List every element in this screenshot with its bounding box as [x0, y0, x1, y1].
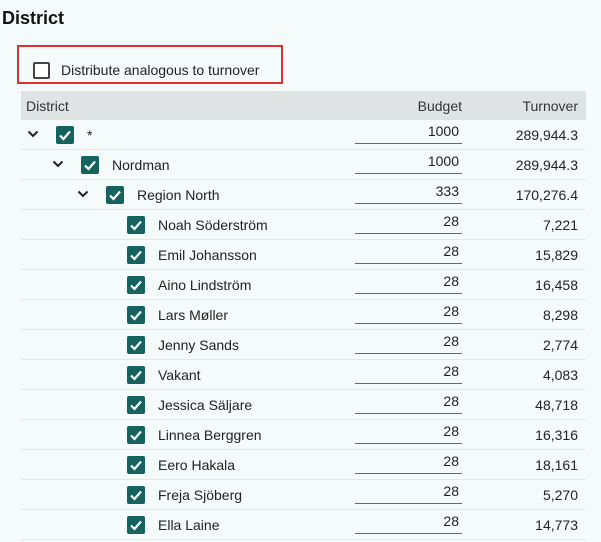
chevron-down-icon[interactable]: [27, 128, 39, 140]
table-body: * 1000 289,944.3 Nordman 1000 289,944.3 Region…: [21, 120, 586, 540]
distribute-checkbox[interactable]: [33, 62, 50, 79]
tree-row[interactable]: Emil Johansson 28 15,829: [21, 240, 586, 270]
budget-input[interactable]: 28: [355, 423, 462, 444]
row-checkbox[interactable]: [127, 486, 145, 504]
chevron-down-icon[interactable]: [52, 158, 64, 170]
tree-row[interactable]: Freja Sjöberg 28 5,270: [21, 480, 586, 510]
tree-row[interactable]: Eero Hakala 28 18,161: [21, 450, 586, 480]
budget-input[interactable]: 28: [355, 393, 462, 414]
budget-input[interactable]: 28: [355, 333, 462, 354]
turnover-value: 8,298: [542, 307, 578, 323]
turnover-value: 16,316: [535, 427, 578, 443]
row-checkbox[interactable]: [56, 126, 74, 144]
district-name: Jenny Sands: [158, 337, 239, 353]
district-name: Region North: [137, 187, 220, 203]
district-name: *: [87, 127, 93, 143]
row-checkbox[interactable]: [127, 366, 145, 384]
row-checkbox[interactable]: [127, 216, 145, 234]
turnover-value: 15,829: [535, 247, 578, 263]
tree-row[interactable]: Region North 333 170,276.4: [21, 180, 586, 210]
turnover-value: 2,774: [542, 337, 578, 353]
tree-row[interactable]: Aino Lindström 28 16,458: [21, 270, 586, 300]
row-checkbox[interactable]: [127, 396, 145, 414]
tree-row[interactable]: Nordman 1000 289,944.3: [21, 150, 586, 180]
tree-row[interactable]: Jenny Sands 28 2,774: [21, 330, 586, 360]
row-checkbox[interactable]: [127, 336, 145, 354]
district-name: Lars Møller: [158, 307, 229, 323]
budget-input[interactable]: 28: [355, 243, 462, 264]
turnover-value: 4,083: [542, 367, 578, 383]
turnover-value: 289,944.3: [515, 157, 578, 173]
tree-row[interactable]: Noah Söderström 28 7,221: [21, 210, 586, 240]
district-name: Aino Lindström: [158, 277, 252, 293]
table-header: District Budget Turnover: [21, 91, 586, 120]
turnover-value: 14,773: [535, 517, 578, 533]
district-name: Linnea Berggren: [158, 427, 262, 443]
row-checkbox[interactable]: [127, 516, 145, 534]
district-name: Vakant: [158, 367, 201, 383]
column-header-budget[interactable]: Budget: [418, 98, 462, 114]
column-header-district[interactable]: District: [26, 98, 69, 114]
district-name: Freja Sjöberg: [158, 487, 243, 503]
turnover-value: 289,944.3: [515, 127, 578, 143]
tree-row[interactable]: Jessica Säljare 28 48,718: [21, 390, 586, 420]
row-checkbox[interactable]: [127, 306, 145, 324]
district-table: District Budget Turnover * 1000 289,944.3 N…: [21, 91, 586, 540]
distribute-label: Distribute analogous to turnover: [61, 62, 260, 78]
district-name: Nordman: [112, 157, 170, 173]
budget-input[interactable]: 28: [355, 453, 462, 474]
tree-row[interactable]: Vakant 28 4,083: [21, 360, 586, 390]
budget-input[interactable]: 28: [355, 483, 462, 504]
tree-row[interactable]: Lars Møller 28 8,298: [21, 300, 586, 330]
turnover-value: 170,276.4: [515, 187, 578, 203]
budget-input[interactable]: 333: [355, 183, 462, 204]
row-checkbox[interactable]: [127, 276, 145, 294]
district-name: Eero Hakala: [158, 457, 236, 473]
budget-input[interactable]: 28: [355, 363, 462, 384]
budget-input[interactable]: 28: [355, 303, 462, 324]
turnover-value: 7,221: [542, 217, 578, 233]
district-name: Ella Laine: [158, 517, 220, 533]
turnover-value: 5,270: [542, 487, 578, 503]
row-checkbox[interactable]: [106, 186, 124, 204]
turnover-value: 16,458: [535, 277, 578, 293]
budget-input[interactable]: 28: [355, 213, 462, 234]
turnover-value: 18,161: [535, 457, 578, 473]
district-name: Emil Johansson: [158, 247, 257, 263]
turnover-value: 48,718: [535, 397, 578, 413]
budget-input[interactable]: 1000: [355, 153, 462, 174]
tree-row[interactable]: Linnea Berggren 28 16,316: [21, 420, 586, 450]
district-name: Noah Söderström: [158, 217, 268, 233]
tree-row[interactable]: * 1000 289,944.3: [21, 120, 586, 150]
page-title: District: [2, 8, 65, 28]
row-checkbox[interactable]: [127, 246, 145, 264]
district-name: Jessica Säljare: [158, 397, 253, 413]
chevron-down-icon[interactable]: [77, 188, 89, 200]
budget-input[interactable]: 28: [355, 513, 462, 534]
row-checkbox[interactable]: [127, 426, 145, 444]
column-header-turnover[interactable]: Turnover: [522, 98, 578, 114]
row-checkbox[interactable]: [81, 156, 99, 174]
row-checkbox[interactable]: [127, 456, 145, 474]
tree-row[interactable]: Ella Laine 28 14,773: [21, 510, 586, 540]
budget-input[interactable]: 28: [355, 273, 462, 294]
budget-input[interactable]: 1000: [355, 123, 462, 144]
